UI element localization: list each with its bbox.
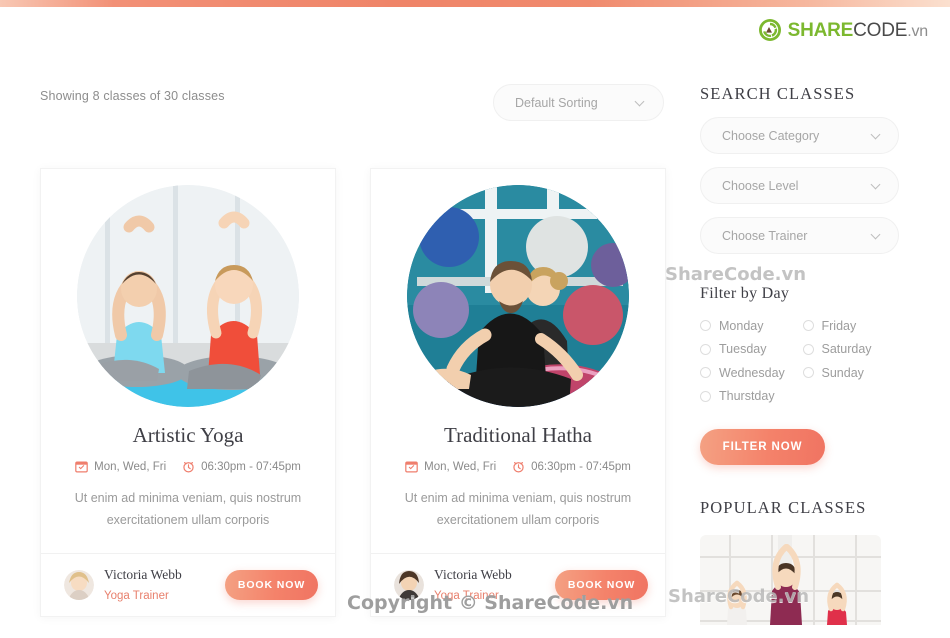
class-time: 06:30pm - 07:45pm (201, 460, 301, 473)
class-time: 06:30pm - 07:45pm (531, 460, 631, 473)
class-photo-wrap (371, 185, 665, 407)
day-label: Monday (719, 318, 764, 333)
class-days: Mon, Wed, Fri (94, 460, 167, 473)
day-option-tuesday[interactable]: Tuesday (700, 338, 803, 362)
logo-text-code: CODE (853, 19, 908, 41)
trainer-avatar (64, 570, 94, 600)
top-accent-bar (0, 0, 950, 7)
logo-text-vn: .vn (907, 22, 928, 40)
results-count: Showing 8 classes of 30 classes (40, 89, 225, 103)
chevron-down-icon (872, 181, 881, 190)
class-card-footer: Victoria Webb Yoga Trainer BOOK NOW (371, 553, 665, 616)
chevron-down-icon (872, 231, 881, 240)
class-description: Ut enim ad minima veniam, quis nostrum e… (404, 491, 632, 527)
day-option-friday[interactable]: Friday (802, 314, 906, 338)
class-title: Artistic Yoga (132, 423, 244, 447)
class-card[interactable]: Artistic Yoga Mon, Wed, Fri 06:30pm - 07… (40, 168, 336, 617)
class-description: Ut enim ad minima veniam, quis nostrum e… (74, 491, 302, 527)
class-days-group: Mon, Wed, Fri (405, 460, 496, 473)
book-now-button[interactable]: BOOK NOW (555, 570, 648, 600)
trainer-name: Victoria Webb (434, 567, 512, 582)
radio-icon[interactable] (700, 320, 711, 332)
choose-trainer-select[interactable]: Choose Trainer (700, 217, 899, 254)
day-option-wednesday[interactable]: Wednesday (700, 361, 803, 385)
calendar-icon (75, 460, 88, 473)
class-title: Traditional Hatha (444, 423, 592, 447)
choose-level-select[interactable]: Choose Level (700, 167, 899, 204)
radio-icon[interactable] (802, 320, 814, 332)
popular-classes-heading: POPULAR CLASSES (700, 498, 867, 517)
trainer-info: Victoria Webb Yoga Trainer (434, 565, 545, 605)
class-meta: Mon, Wed, Fri 06:30pm - 07:45pm (371, 460, 665, 473)
day-label: Tuesday (719, 342, 767, 357)
recycle-logo-icon (758, 18, 782, 42)
choose-level-value: Choose Level (722, 178, 799, 193)
site-logo[interactable]: SHARECODE.vn (758, 18, 928, 42)
sort-select-value: Default Sorting (515, 95, 598, 110)
filter-by-day-heading: Filter by Day (700, 285, 790, 302)
trainer-avatar (394, 570, 424, 600)
radio-icon[interactable] (802, 367, 814, 379)
day-filter-group: Monday Friday Tuesday Saturday Wednesday… (700, 314, 905, 408)
trainer-info: Victoria Webb Yoga Trainer (104, 565, 215, 605)
chevron-down-icon (636, 98, 645, 107)
class-days: Mon, Wed, Fri (424, 460, 497, 473)
book-now-button[interactable]: BOOK NOW (225, 570, 318, 600)
class-meta: Mon, Wed, Fri 06:30pm - 07:45pm (41, 460, 335, 473)
class-card-list: Artistic Yoga Mon, Wed, Fri 06:30pm - 07… (40, 168, 666, 617)
day-option-monday[interactable]: Monday (700, 314, 803, 338)
popular-class-thumbnail[interactable] (700, 535, 881, 625)
class-photo-artistic-yoga (77, 185, 299, 407)
page-root: SHARECODE.vn Showing 8 classes of 30 cla… (0, 0, 950, 638)
day-option-saturday[interactable]: Saturday (802, 338, 906, 362)
radio-icon[interactable] (802, 343, 814, 355)
choose-category-value: Choose Category (722, 128, 820, 143)
class-photo-traditional-hatha (407, 185, 629, 407)
day-option-sunday[interactable]: Sunday (802, 361, 906, 385)
calendar-icon (405, 460, 418, 473)
day-label: Thurstday (719, 389, 775, 404)
day-label: Saturday (821, 342, 872, 357)
class-photo-wrap (41, 185, 335, 407)
radio-icon[interactable] (700, 343, 711, 355)
class-time-group: 06:30pm - 07:45pm (182, 460, 301, 473)
class-days-group: Mon, Wed, Fri (75, 460, 166, 473)
sort-select[interactable]: Default Sorting (493, 84, 664, 121)
alarm-clock-icon (512, 460, 525, 473)
chevron-down-icon (872, 131, 881, 140)
day-label: Sunday (821, 365, 864, 380)
logo-text-share: SHARE (787, 19, 854, 41)
radio-icon[interactable] (700, 367, 711, 379)
trainer-role: Yoga Trainer (104, 590, 169, 602)
class-card[interactable]: Traditional Hatha Mon, Wed, Fri 06:30pm … (370, 168, 666, 617)
sidebar: SEARCH CLASSES Choose Category Choose Le… (700, 84, 910, 625)
radio-icon[interactable] (700, 390, 711, 402)
class-time-group: 06:30pm - 07:45pm (512, 460, 631, 473)
class-card-footer: Victoria Webb Yoga Trainer BOOK NOW (41, 553, 335, 616)
day-label: Wednesday (719, 365, 785, 380)
search-classes-heading: SEARCH CLASSES (700, 84, 856, 103)
choose-category-select[interactable]: Choose Category (700, 117, 899, 154)
day-option-thursday[interactable]: Thurstday (700, 385, 803, 409)
trainer-name: Victoria Webb (104, 567, 182, 582)
trainer-role: Yoga Trainer (434, 590, 499, 602)
alarm-clock-icon (182, 460, 195, 473)
filter-now-button[interactable]: FILTER NOW (700, 429, 825, 465)
day-label: Friday (821, 318, 857, 333)
choose-trainer-value: Choose Trainer (722, 228, 808, 243)
